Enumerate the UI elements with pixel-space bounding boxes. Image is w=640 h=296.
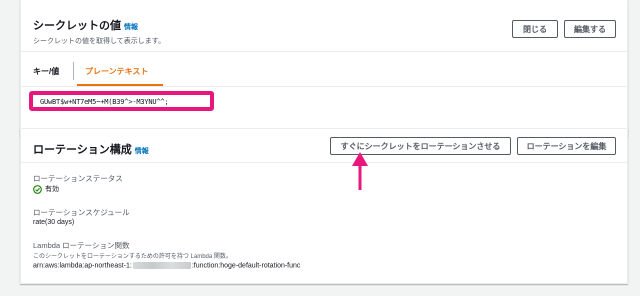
secret-value-panel: シークレットの値 情報 シークレットの値を取得して表示します。 閉じる 編集する … <box>20 0 628 137</box>
tabs-divider <box>21 86 627 87</box>
tab-plaintext[interactable]: プレーンテキスト <box>85 66 148 77</box>
redacted-account-id <box>132 262 191 269</box>
check-circle-icon <box>33 184 42 194</box>
edit-rotation-button[interactable]: ローテーションを編集 <box>517 137 616 155</box>
secret-plaintext-value: GUwBT$w+NT7eM5~+M(B39^>-M3YNU^^; <box>40 98 169 106</box>
rotation-config-info-link[interactable]: 情報 <box>135 148 149 155</box>
rotation-config-panel: ローテーション構成 情報 すぐにシークレットをローテーションさせる ローテーション… <box>20 128 628 284</box>
rotation-status-label: ローテーションステータス <box>33 174 123 183</box>
lambda-function-label: Lambda ローテーション関数 <box>33 241 130 250</box>
rotation-header-divider <box>21 162 627 163</box>
rotation-schedule-value: rate(30 days) <box>33 219 75 226</box>
annotation-arrow-icon <box>352 152 368 190</box>
lambda-arn-suffix: :function:hoge-default-rotation-func <box>191 262 301 270</box>
header-divider <box>21 51 627 52</box>
close-button[interactable]: 閉じる <box>512 20 558 38</box>
edit-button[interactable]: 編集する <box>564 20 616 38</box>
rotation-schedule-label: ローテーションスケジュール <box>33 208 130 217</box>
rotation-config-title: ローテーション構成 <box>33 144 132 156</box>
rotation-status-text: 有効 <box>45 186 59 193</box>
lambda-arn-prefix: arn:aws:lambda:ap-northeast-1: <box>33 262 132 270</box>
secret-value-title: シークレットの値 <box>33 20 121 32</box>
rotation-status-value: 有効 <box>33 184 59 194</box>
secret-value-highlight-box: GUwBT$w+NT7eM5~+M(B39^>-M3YNU^^; <box>29 91 214 111</box>
tab-key-value[interactable]: キー/値 <box>33 66 59 77</box>
lambda-function-arn: arn:aws:lambda:ap-northeast-1: :function:… <box>33 262 300 269</box>
secret-value-info-link[interactable]: 情報 <box>124 24 138 31</box>
tab-separator <box>73 62 74 80</box>
lambda-function-description: このシークレットをローテーションするための許可を持つ Lambda 関数。 <box>33 254 232 260</box>
